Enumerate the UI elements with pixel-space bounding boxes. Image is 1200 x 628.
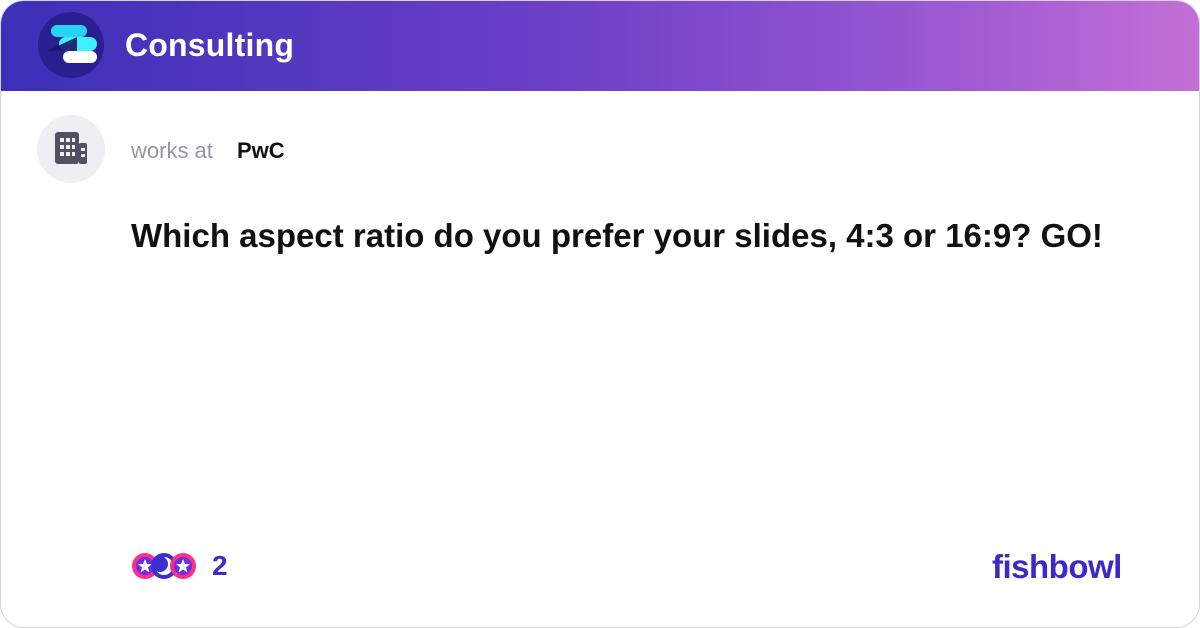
fishbowl-bowl-icon[interactable]	[37, 11, 105, 79]
post-card: Consulting works at PwC Which aspect rat…	[0, 0, 1200, 628]
company-avatar	[37, 115, 105, 183]
reaction-count[interactable]: 2	[212, 549, 228, 583]
post-body: Which aspect ratio do you prefer your sl…	[131, 217, 1103, 254]
company-name[interactable]: PwC	[237, 137, 285, 165]
star-reaction-icon	[170, 553, 196, 579]
bowl-title[interactable]: Consulting	[125, 23, 294, 67]
author-prefix: works at	[131, 138, 213, 163]
bowl-header: Consulting	[1, 1, 1199, 91]
building-icon	[55, 132, 87, 164]
fishbowl-logo[interactable]: fishbowl	[992, 547, 1122, 587]
reaction-icons[interactable]	[131, 549, 199, 583]
